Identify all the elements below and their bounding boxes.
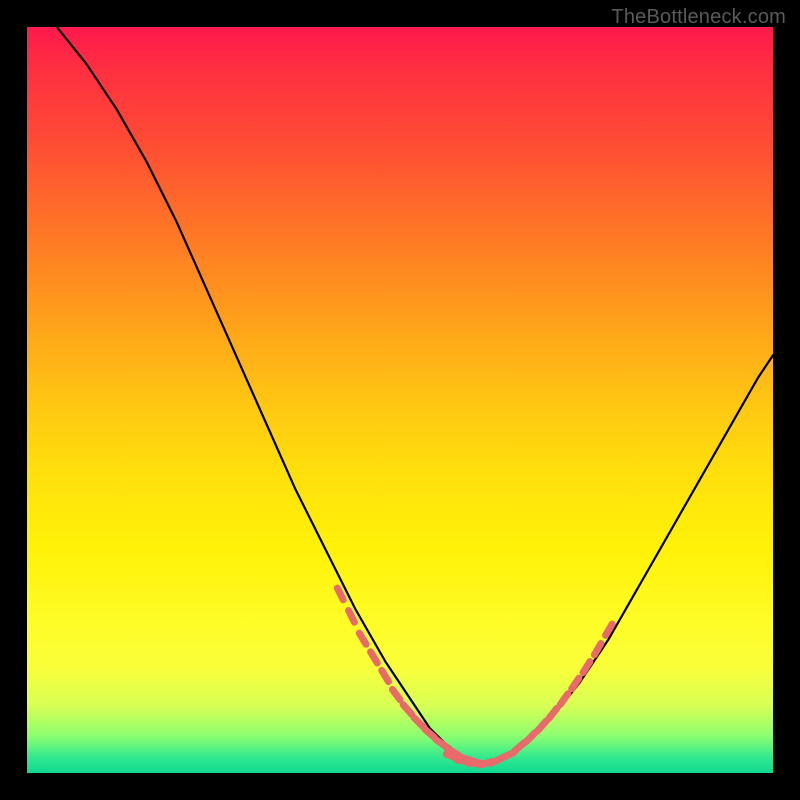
highlight-dash <box>572 678 579 689</box>
highlight-dash <box>537 721 546 731</box>
highlight-dash <box>560 694 568 705</box>
highlight-dash <box>337 588 343 600</box>
highlight-dash <box>392 689 400 699</box>
highlight-dash <box>583 662 590 673</box>
highlight-dash <box>549 708 557 718</box>
highlight-dash <box>371 652 378 663</box>
plot-area <box>27 27 773 773</box>
chart-svg <box>27 27 773 773</box>
highlight-dash <box>349 611 355 623</box>
highlight-dash <box>382 670 389 681</box>
highlight-dash <box>414 718 423 727</box>
highlight-dash <box>359 633 366 644</box>
highlight-dash <box>526 733 535 742</box>
chart-frame: TheBottleneck.com <box>0 0 800 800</box>
watermark-text: TheBottleneck.com <box>611 6 786 29</box>
highlight-dash <box>403 705 412 715</box>
highlight-dash <box>514 743 524 752</box>
bottleneck-curve-path <box>57 27 773 762</box>
